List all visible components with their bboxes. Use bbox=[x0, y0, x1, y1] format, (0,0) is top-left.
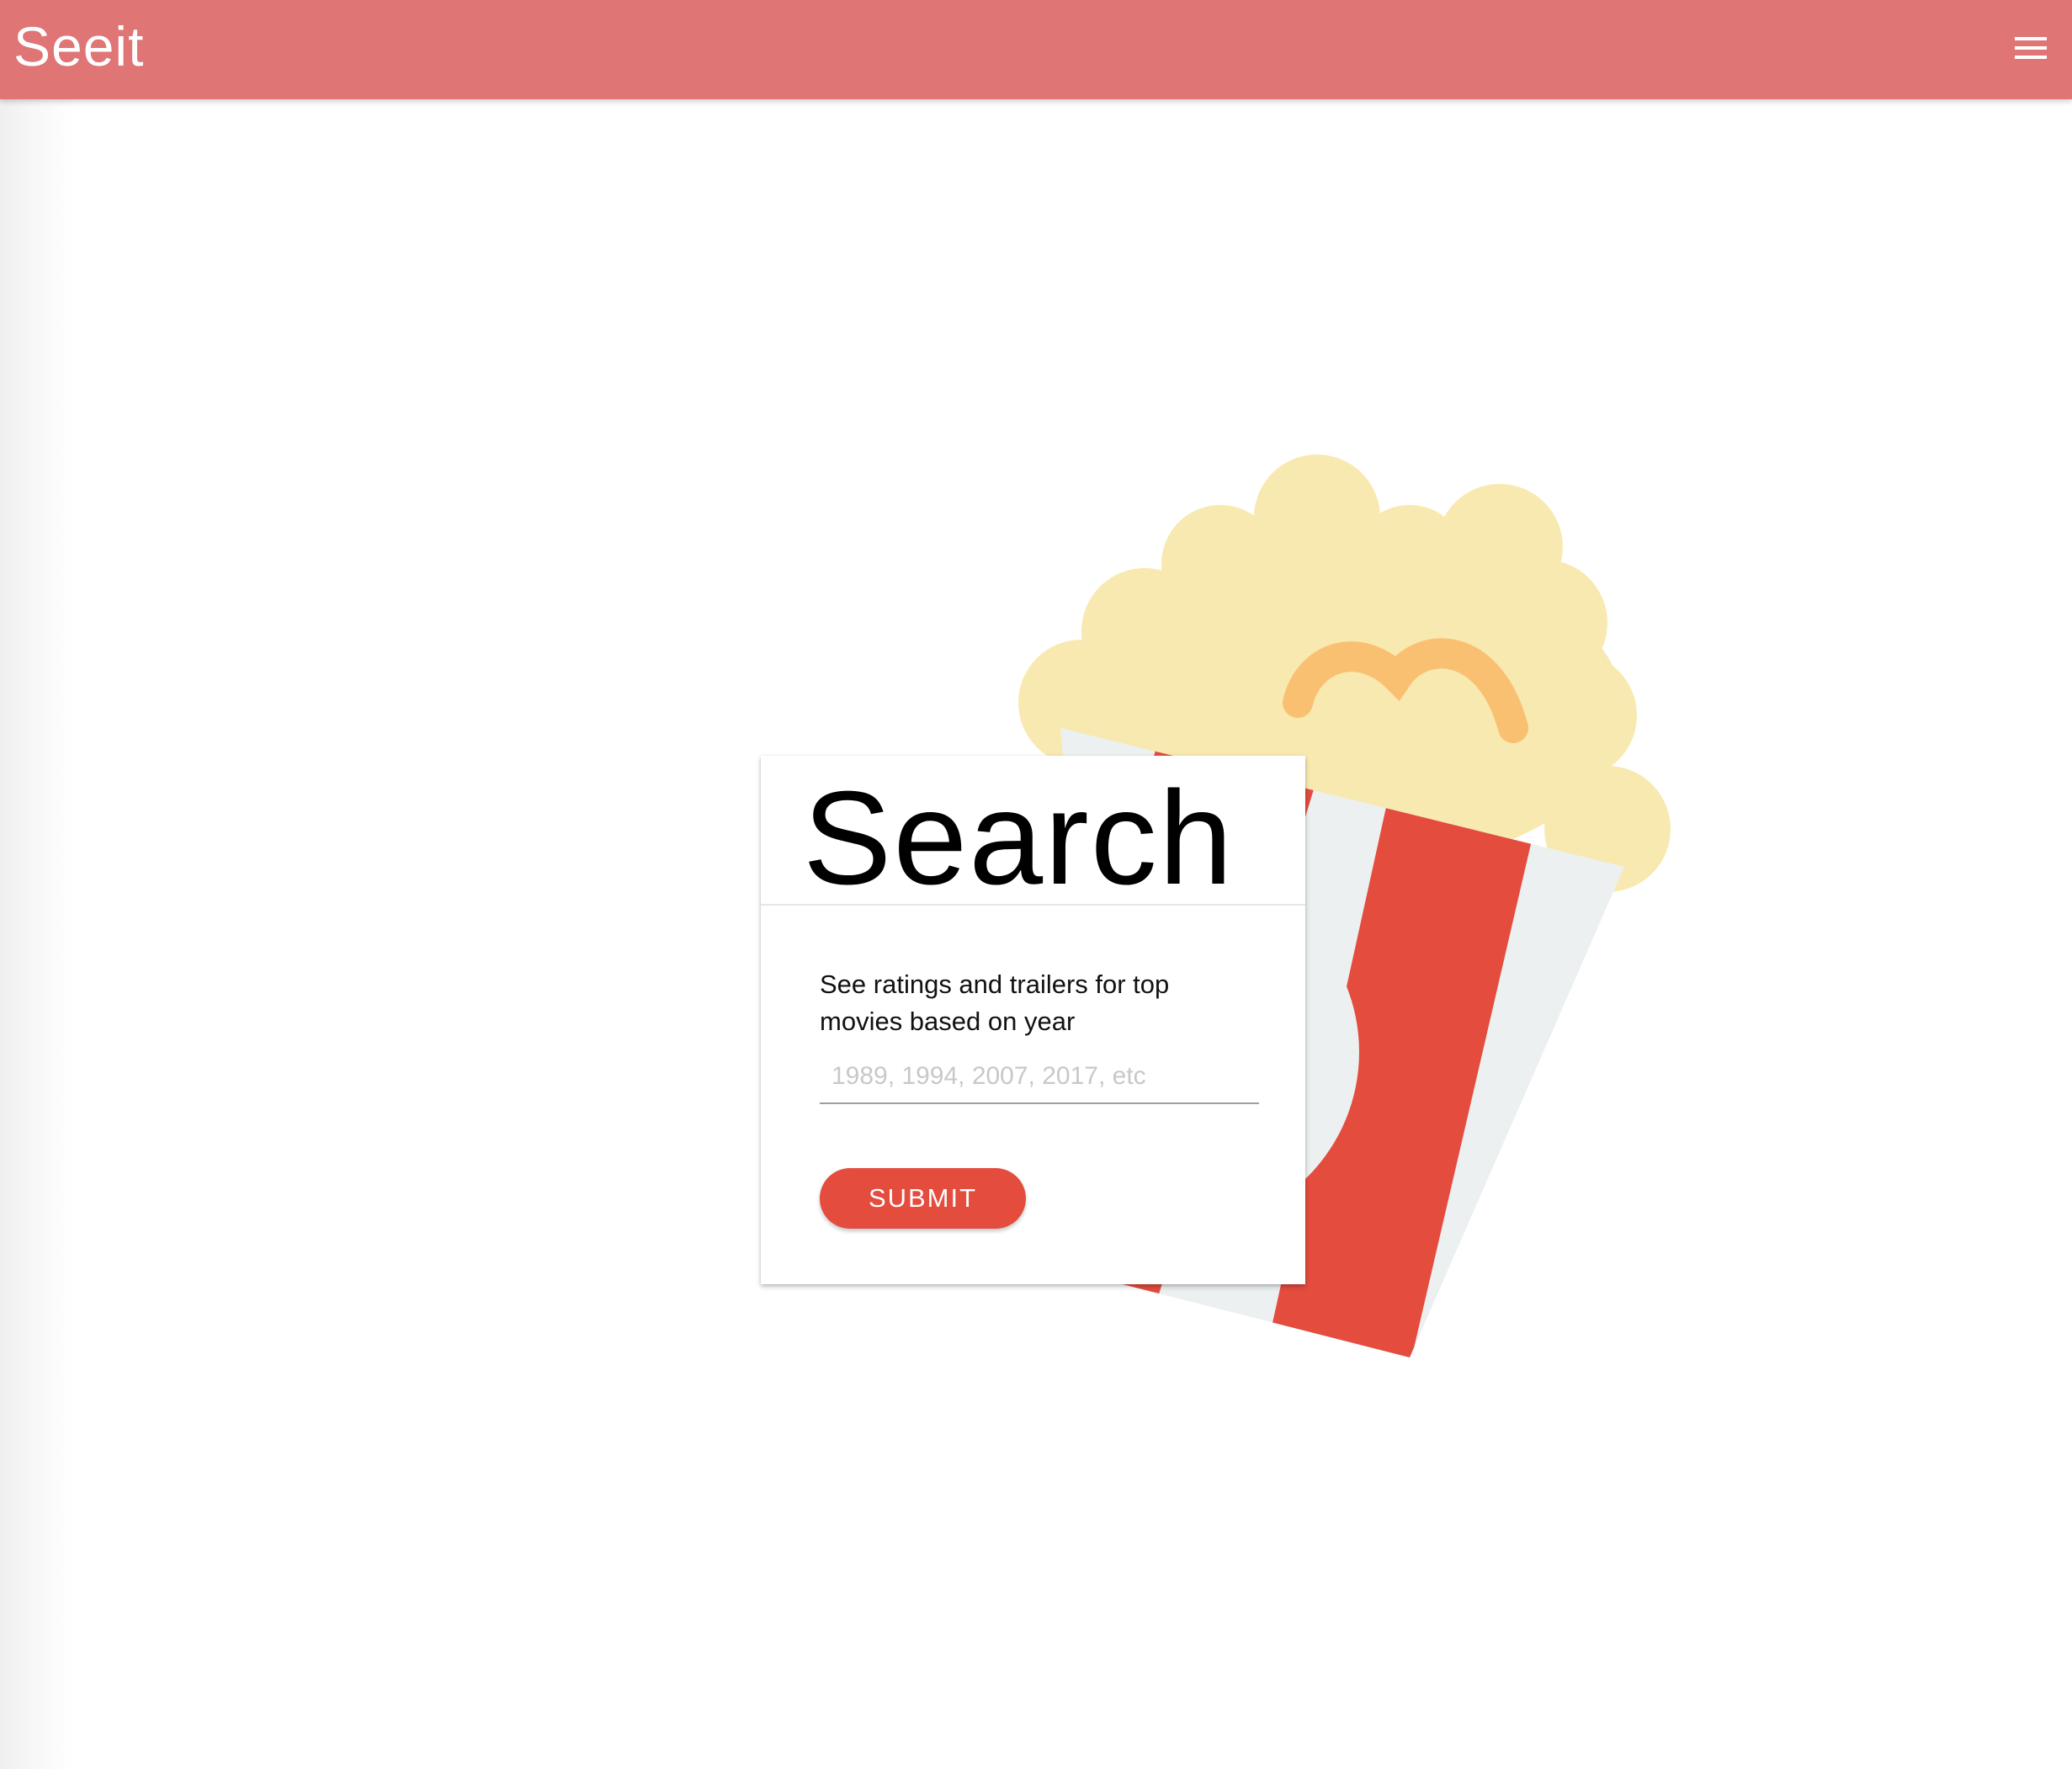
page: Seeit Search See ratings and trailers fo… bbox=[0, 0, 2072, 1769]
search-card: Search See ratings and trailers for top … bbox=[761, 756, 1305, 1284]
card-title: Search bbox=[803, 764, 1235, 912]
left-edge-shadow bbox=[0, 99, 76, 1769]
submit-button[interactable]: SUBMIT bbox=[820, 1168, 1026, 1229]
app-brand-logo[interactable]: Seeit bbox=[13, 8, 144, 84]
top-app-bar: Seeit bbox=[0, 0, 2072, 99]
card-divider bbox=[761, 904, 1305, 906]
hamburger-menu-icon[interactable] bbox=[2008, 25, 2055, 72]
year-search-input[interactable] bbox=[820, 1050, 1259, 1104]
card-description: See ratings and trailers for top movies … bbox=[820, 969, 1170, 1036]
